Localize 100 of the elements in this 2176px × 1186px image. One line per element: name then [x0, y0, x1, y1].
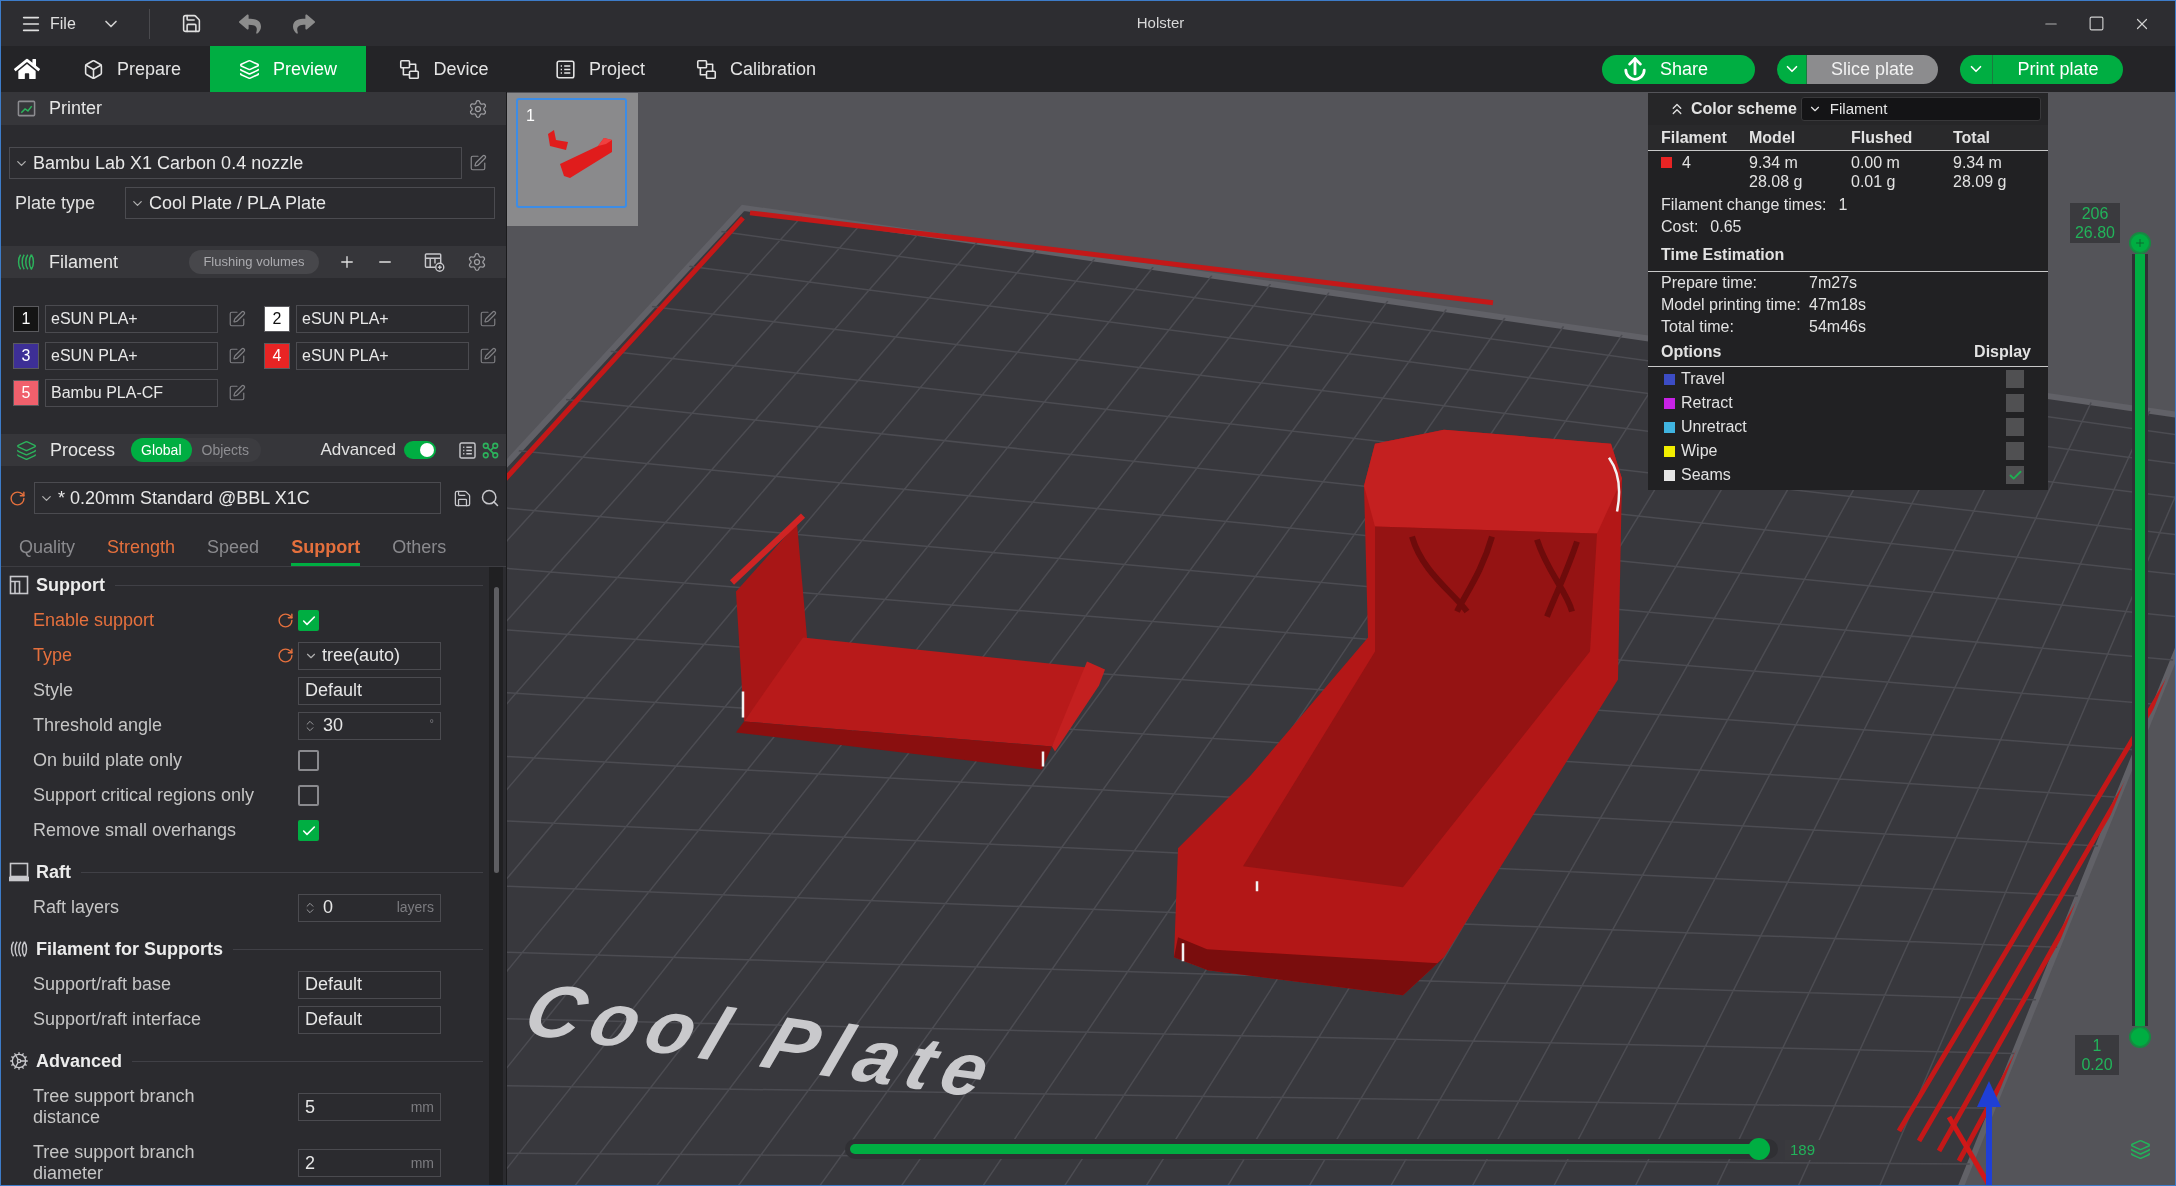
display-checkbox[interactable]: [2006, 442, 2024, 460]
text-field[interactable]: Default: [298, 970, 441, 999]
slider-handle[interactable]: [1747, 1138, 1770, 1160]
setting-label: Style: [33, 679, 75, 702]
filament-name-field[interactable]: eSUN PLA+: [296, 342, 469, 370]
layers-icon[interactable]: [2130, 1139, 2151, 1160]
layer-height: 26.80: [2074, 223, 2115, 242]
nav-tab[interactable]: Prepare: [54, 46, 210, 92]
device-icon: [695, 58, 717, 80]
edit-icon[interactable]: [228, 384, 246, 402]
number-stepper-field[interactable]: 0 layers: [298, 893, 441, 922]
display-checkbox[interactable]: [2006, 418, 2024, 436]
number-stepper-field[interactable]: 30 °: [298, 711, 441, 740]
save-icon[interactable]: [453, 488, 472, 508]
setting-label: Support/raft base: [33, 973, 173, 996]
table-cell: 9.34 m: [1749, 153, 1798, 172]
filament-name-field[interactable]: eSUN PLA+: [45, 342, 218, 370]
redo-icon[interactable]: [292, 12, 315, 35]
upload-icon: [1622, 56, 1648, 82]
slice-options-button[interactable]: [1777, 54, 1807, 84]
filament-color-tag: 2: [264, 306, 290, 332]
settings-icon[interactable]: [467, 252, 487, 272]
settings-tab[interactable]: Quality: [19, 531, 76, 566]
settings-tab[interactable]: Strength: [107, 531, 176, 566]
reset-icon[interactable]: [277, 612, 294, 629]
setting-label: Raft layers: [33, 896, 121, 919]
plus-icon[interactable]: [338, 253, 356, 271]
settings-icon[interactable]: [468, 98, 488, 119]
save-icon[interactable]: [180, 13, 202, 34]
file-menu-button[interactable]: File: [20, 11, 76, 36]
setting-label: Tree support branch distance: [33, 1085, 196, 1129]
display-checkbox[interactable]: [2006, 394, 2024, 412]
edit-icon[interactable]: [479, 347, 497, 365]
stat-value: 1: [1838, 195, 1848, 215]
advanced-toggle[interactable]: [404, 441, 436, 459]
dropdown-select[interactable]: tree(auto): [298, 641, 441, 670]
setting-label: Enable support: [33, 609, 156, 632]
nav-tab[interactable]: Calibration: [678, 46, 834, 92]
scrollbar-thumb[interactable]: [493, 587, 499, 873]
print-options-button[interactable]: [1960, 54, 1993, 84]
filament-color-tag: 1: [13, 306, 39, 332]
color-scheme-select[interactable]: Filament: [1800, 97, 2041, 121]
option-label: Unretract: [1681, 417, 1747, 437]
nav-tab[interactable]: Project: [522, 46, 678, 92]
advanced-label: Advanced: [320, 439, 396, 462]
display-checkbox[interactable]: [2006, 370, 2024, 388]
process-preset-select[interactable]: * 0.20mm Standard @BBL X1C: [34, 482, 441, 514]
flushing-volumes-button[interactable]: Flushing volumes: [189, 250, 319, 274]
checkbox[interactable]: [298, 750, 319, 771]
chart-icon: [17, 99, 36, 118]
column-header: Filament: [1661, 127, 1728, 148]
move-slider-track[interactable]: [845, 1139, 1778, 1159]
column-header: Options: [1661, 342, 1722, 362]
setting-label: Tree support branch diameter: [33, 1141, 196, 1185]
settings-tab[interactable]: Support: [291, 531, 361, 566]
reset-icon[interactable]: [9, 489, 26, 507]
edit-icon[interactable]: [228, 310, 246, 328]
nodes-icon[interactable]: [481, 440, 500, 460]
section-title: Process: [50, 438, 116, 462]
table-cell: 9.34 m: [1953, 153, 2002, 172]
edit-icon[interactable]: [479, 310, 497, 328]
column-header: Flushed: [1851, 127, 1914, 148]
table-icon[interactable]: [424, 251, 445, 273]
nav-tab[interactable]: Device: [366, 46, 522, 92]
setting-label: Threshold angle: [33, 714, 164, 737]
filament-name-field[interactable]: Bambu PLA-CF: [45, 379, 218, 407]
section-title: Printer: [49, 97, 102, 120]
filament-name-field[interactable]: eSUN PLA+: [45, 305, 218, 333]
reset-icon[interactable]: [277, 647, 294, 664]
text-field[interactable]: 5 mm: [298, 1093, 441, 1121]
settings-tab[interactable]: Speed: [207, 531, 260, 566]
time-value: 7m27s: [1809, 273, 1859, 293]
time-label: Model printing time:: [1661, 295, 1802, 315]
layer-number: 1: [2092, 1036, 2102, 1055]
column-header: Model: [1749, 127, 1797, 148]
display-checkbox[interactable]: [2006, 466, 2024, 484]
panel-title: Color scheme: [1691, 99, 1797, 119]
printer-select[interactable]: Bambu Lab X1 Carbon 0.4 nozzle: [9, 147, 462, 179]
maximize-icon[interactable]: [2088, 15, 2105, 32]
support-icon: [9, 575, 29, 595]
text-field[interactable]: 2 mm: [298, 1149, 441, 1177]
plate-type-select[interactable]: Cool Plate / PLA Plate: [125, 187, 495, 219]
filament-name-field[interactable]: eSUN PLA+: [296, 305, 469, 333]
undo-icon[interactable]: [238, 12, 261, 35]
time-label: Prepare time:: [1661, 273, 1759, 293]
search-icon[interactable]: [480, 488, 500, 508]
settings-tab[interactable]: Others: [392, 531, 447, 566]
option-label: Seams: [1681, 465, 1731, 485]
section-title: Filament: [49, 250, 119, 274]
list-icon[interactable]: [458, 440, 477, 460]
home-icon[interactable]: [14, 56, 40, 82]
edit-icon[interactable]: [469, 154, 487, 172]
checkbox[interactable]: [298, 820, 319, 841]
spool-icon: [9, 939, 29, 959]
setting-label: Support critical regions only: [33, 784, 256, 807]
checkbox[interactable]: [298, 785, 319, 806]
checkbox[interactable]: [298, 610, 319, 631]
text-field[interactable]: Default: [298, 676, 441, 705]
text-field[interactable]: Default: [298, 1005, 441, 1034]
edit-icon[interactable]: [228, 347, 246, 365]
